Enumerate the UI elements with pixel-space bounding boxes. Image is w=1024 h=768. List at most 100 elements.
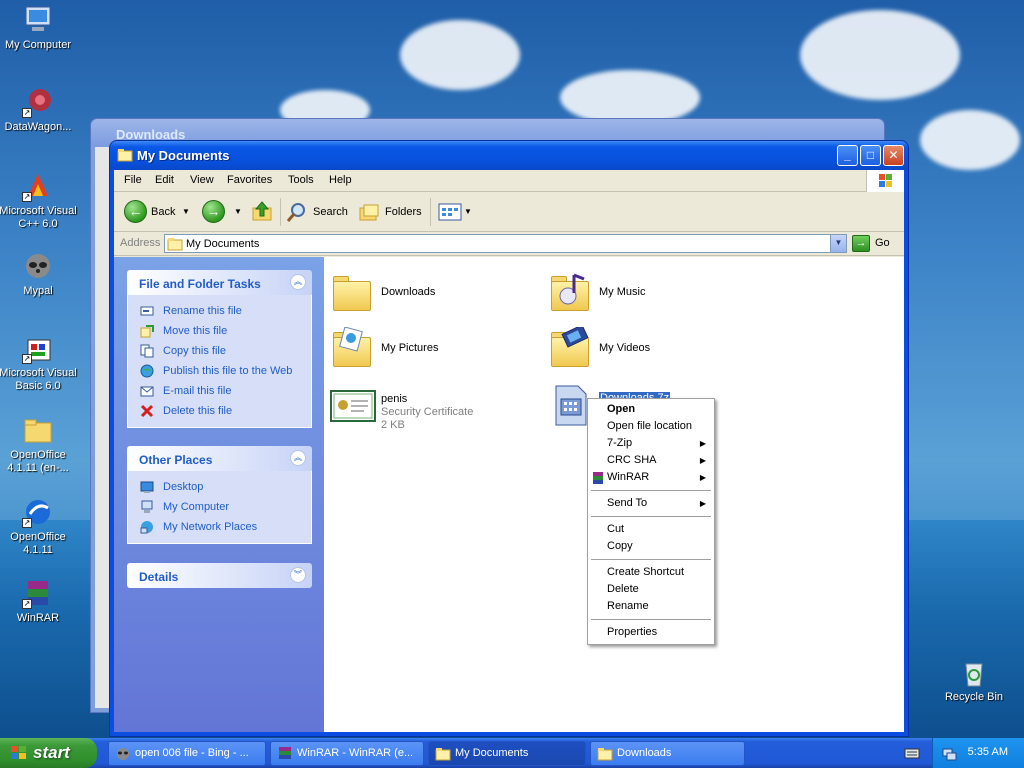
task-publish-web[interactable]: Publish this file to the Web — [140, 361, 311, 381]
menu-item-winrar[interactable]: WinRAR ▶ — [589, 469, 713, 486]
taskbar-item-bing[interactable]: open 006 file - Bing - ... — [108, 741, 266, 766]
move-icon — [140, 325, 154, 338]
place-my-network-places[interactable]: My Network Places — [140, 517, 311, 537]
desktop-icon-visual-basic[interactable]: ↗ Microsoft Visual Basic 6.0 — [0, 332, 80, 393]
network-icon — [140, 521, 153, 534]
desktop-icon-mypal[interactable]: Mypal — [0, 250, 80, 298]
close-button[interactable]: ✕ — [883, 145, 904, 166]
search-button[interactable]: Search — [313, 206, 348, 218]
folders-button[interactable]: Folders — [385, 206, 422, 218]
taskbar-item-winrar[interactable]: WinRAR - WinRAR (e... — [270, 741, 424, 766]
window-title: My Documents — [137, 148, 230, 163]
back-dropdown-icon[interactable]: ▼ — [182, 207, 190, 216]
visual-cpp-icon: ↗ — [22, 170, 54, 202]
pictures-folder-icon — [330, 327, 376, 371]
desktop-icon-openoffice[interactable]: ↗ OpenOffice 4.1.11 — [0, 496, 80, 557]
desktop-icon-recycle-bin[interactable]: Recycle Bin — [932, 656, 1016, 704]
address-value: My Documents — [186, 238, 260, 250]
raccoon-icon — [22, 250, 54, 282]
menu-item-send-to[interactable]: Send To ▶ — [589, 495, 713, 512]
menu-item-7zip[interactable]: 7-Zip ▶ — [589, 435, 713, 452]
computer-icon — [141, 500, 153, 513]
maximize-button[interactable]: □ — [860, 145, 881, 166]
expand-chevron-icon[interactable]: ︾ — [290, 567, 306, 583]
collapse-chevron-icon[interactable]: ︽ — [290, 450, 306, 466]
desktop-icon-my-computer[interactable]: My Computer — [0, 4, 80, 52]
winrar-icon — [593, 472, 603, 484]
minimize-button[interactable]: _ — [837, 145, 858, 166]
cloud — [800, 10, 960, 100]
openoffice-icon: ↗ — [22, 496, 54, 528]
taskbar: start open 006 file - Bing - ... WinRAR … — [0, 738, 1024, 768]
certificate-icon — [330, 383, 376, 427]
taskbar-item-downloads[interactable]: Downloads — [590, 741, 745, 766]
search-icon[interactable] — [286, 201, 308, 223]
go-button[interactable]: Go — [875, 237, 890, 249]
menu-separator — [591, 490, 711, 491]
folder-icon — [597, 748, 613, 761]
submenu-arrow-icon: ▶ — [699, 499, 706, 508]
file-folder-tasks-header[interactable]: File and Folder Tasks ︽ — [127, 270, 312, 295]
forward-dropdown-icon[interactable]: ▼ — [234, 207, 242, 216]
menu-help[interactable]: Help — [329, 174, 352, 186]
menu-file[interactable]: File — [124, 174, 142, 186]
menu-tools[interactable]: Tools — [288, 174, 314, 186]
cloud — [920, 110, 1020, 170]
desktop-icon-winrar[interactable]: ↗ WinRAR — [0, 577, 80, 625]
task-copy-file[interactable]: Copy this file — [140, 341, 311, 361]
copy-icon — [140, 344, 154, 358]
menu-item-crc-sha[interactable]: CRC SHA ▶ — [589, 452, 713, 469]
views-dropdown-icon[interactable]: ▼ — [464, 207, 472, 216]
address-input[interactable]: My Documents ▼ — [164, 234, 847, 253]
context-menu: Open Open file location 7-Zip ▶ CRC SHA ▶ … — [587, 398, 715, 645]
toolbar: ← Back ▼ → ▼ Search Folders ▼ — [114, 192, 904, 232]
menu-item-properties[interactable]: Properties — [589, 624, 713, 641]
task-move-file[interactable]: Move this file — [140, 321, 311, 341]
menu-favorites[interactable]: Favorites — [227, 174, 272, 186]
taskbar-item-my-documents[interactable]: My Documents — [428, 741, 586, 766]
collapse-chevron-icon[interactable]: ︽ — [290, 274, 306, 290]
folders-icon[interactable] — [358, 201, 380, 223]
menu-edit[interactable]: Edit — [155, 174, 174, 186]
menu-item-rename[interactable]: Rename — [589, 598, 713, 615]
desktop-icon-visual-cpp[interactable]: ↗ Microsoft Visual C++ 6.0 — [0, 170, 80, 231]
address-dropdown-button[interactable]: ▼ — [830, 235, 846, 252]
file-folder-tasks-body: Rename this file Move this file Copy thi… — [127, 295, 312, 428]
menu-item-cut[interactable]: Cut — [589, 521, 713, 538]
menu-item-open-file-location[interactable]: Open file location — [589, 418, 713, 435]
back-arrow-icon[interactable]: ← — [124, 200, 147, 223]
details-header[interactable]: Details ︾ — [127, 563, 312, 588]
back-button[interactable]: Back — [151, 206, 175, 218]
go-arrow-icon[interactable]: → — [852, 235, 870, 252]
menu-item-create-shortcut[interactable]: Create Shortcut — [589, 564, 713, 581]
forward-arrow-icon[interactable]: → — [202, 200, 225, 223]
desktop-icon-openoffice-folder[interactable]: OpenOffice 4.1.11 (en-... — [0, 414, 80, 475]
cloud — [400, 20, 520, 90]
globe-icon — [140, 364, 154, 378]
task-rename-file[interactable]: Rename this file — [140, 301, 311, 321]
windows-logo-icon — [866, 170, 904, 192]
menu-item-delete[interactable]: Delete — [589, 581, 713, 598]
task-delete-file[interactable]: Delete this file — [140, 401, 311, 421]
other-places-body: Desktop My Computer My Network Places — [127, 471, 312, 544]
raccoon-icon — [117, 748, 129, 760]
views-icon[interactable] — [438, 202, 462, 222]
desktop-icon-datawagon[interactable]: ↗ DataWagon... — [0, 86, 80, 134]
task-email-file[interactable]: E-mail this file — [140, 381, 311, 401]
explorer-window[interactable]: My Documents _ □ ✕ File Edit View Favori… — [109, 140, 909, 737]
title-bar[interactable]: My Documents _ □ ✕ — [110, 141, 908, 170]
menu-item-open[interactable]: Open — [589, 401, 713, 418]
up-folder-icon[interactable] — [250, 199, 274, 223]
menu-view[interactable]: View — [190, 174, 214, 186]
menu-item-copy[interactable]: Copy — [589, 538, 713, 555]
other-places-header[interactable]: Other Places ︽ — [127, 446, 312, 471]
folder-icon — [330, 271, 376, 315]
visual-basic-icon: ↗ — [22, 332, 54, 364]
place-desktop[interactable]: Desktop — [140, 477, 311, 497]
folder-icon — [22, 414, 54, 446]
network-tray-icon[interactable] — [941, 745, 957, 761]
submenu-arrow-icon: ▶ — [699, 456, 706, 465]
keyboard-icon[interactable] — [904, 746, 920, 760]
place-my-computer[interactable]: My Computer — [140, 497, 311, 517]
start-button[interactable]: start — [0, 738, 97, 768]
